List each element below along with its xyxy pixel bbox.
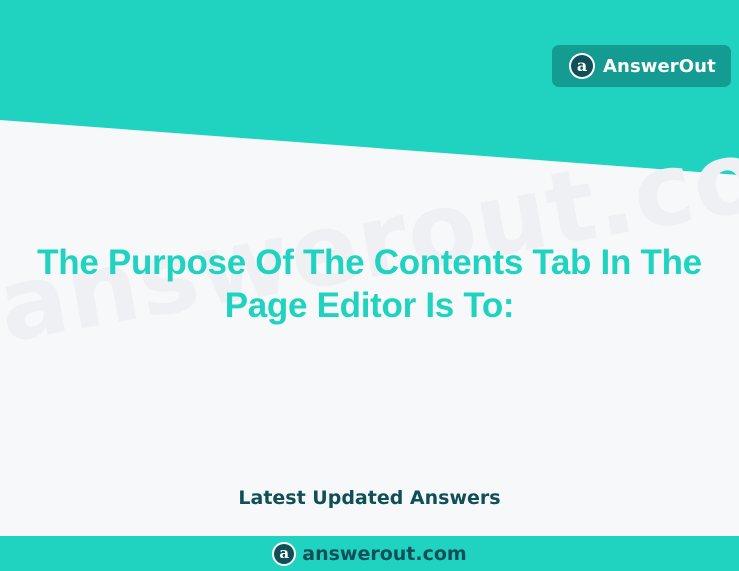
answerout-logo-icon: a xyxy=(569,53,595,79)
page-title: The Purpose Of The Contents Tab In The P… xyxy=(37,243,702,325)
brand-name: AnswerOut xyxy=(603,55,716,77)
brand-badge[interactable]: a AnswerOut xyxy=(552,45,731,87)
answerout-logo-icon: a xyxy=(272,541,297,566)
footer-bar[interactable]: a answerout.com xyxy=(0,536,739,571)
latest-answers-heading: Latest Updated Answers xyxy=(238,487,501,509)
footer-site-link[interactable]: answerout.com xyxy=(302,543,466,565)
